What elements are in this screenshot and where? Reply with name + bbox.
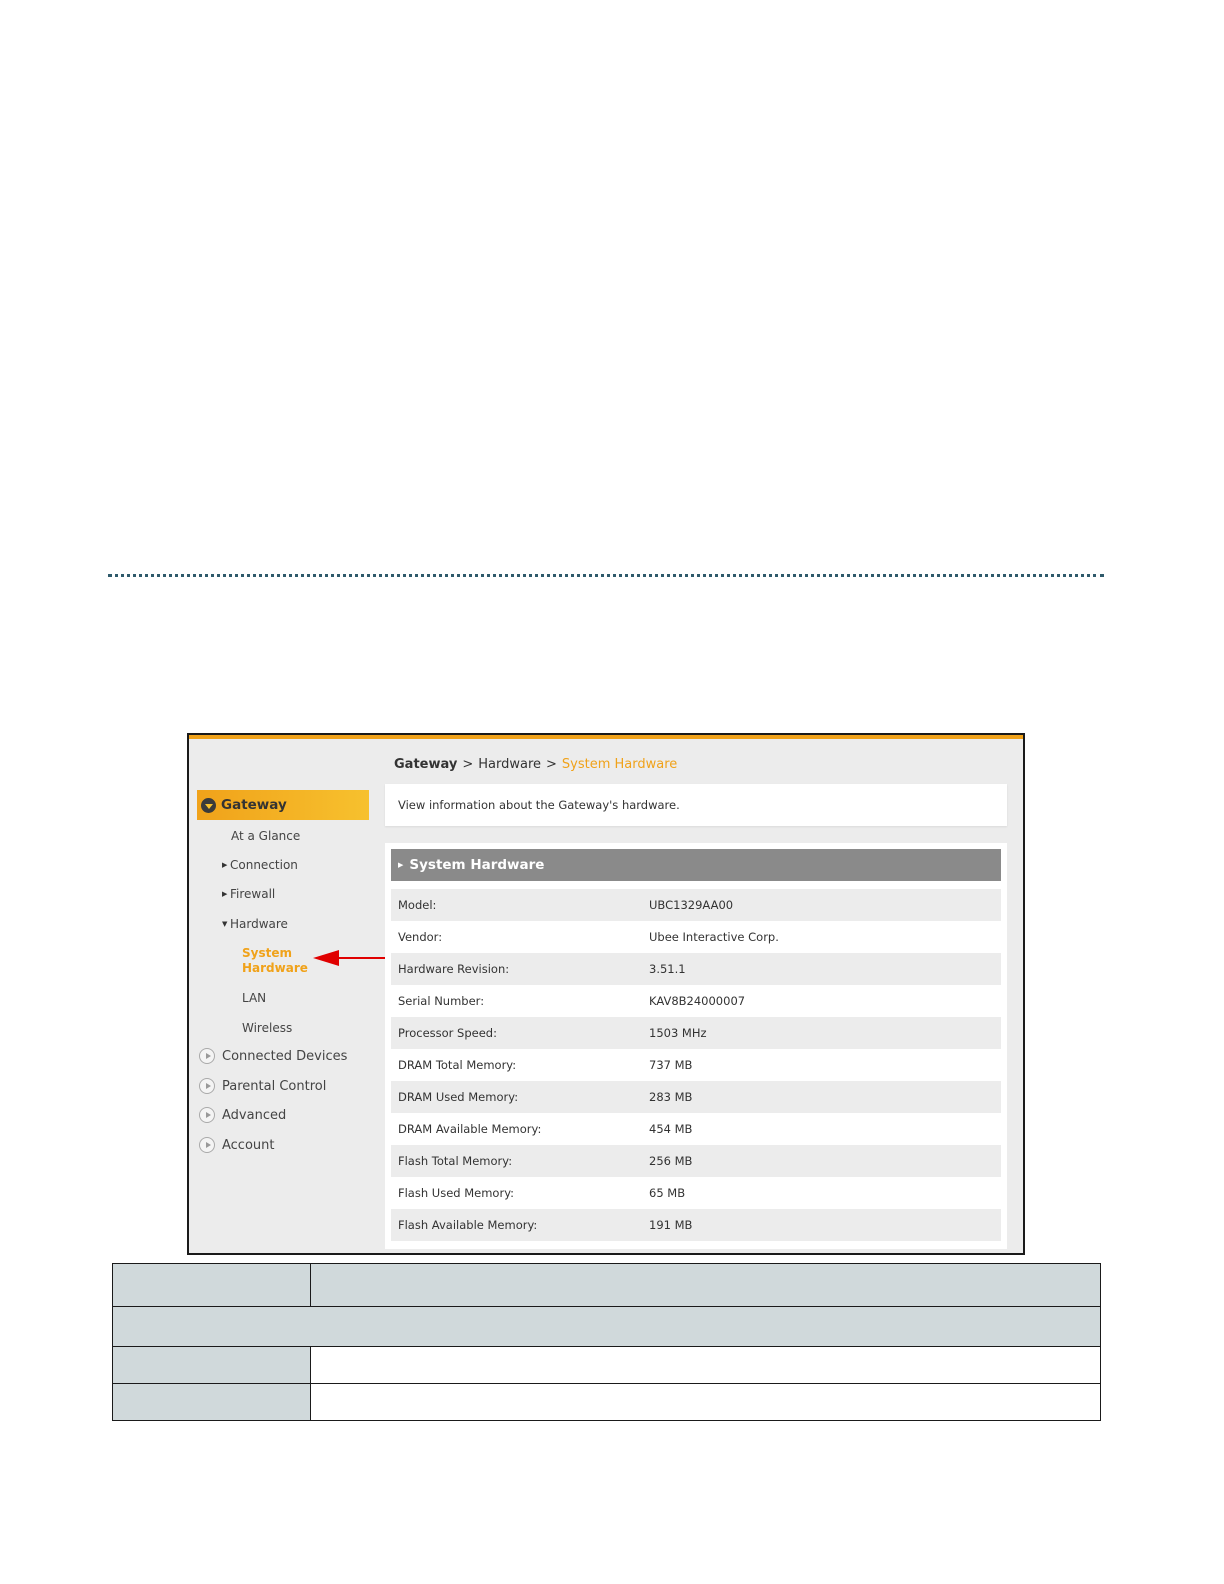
info-value: 3.51.1 (649, 962, 686, 976)
top-accent-bar (189, 735, 1023, 739)
caret-right-icon: ▶ (398, 861, 404, 869)
info-row-serial-number: Serial Number: KAV8B24000007 (391, 985, 1001, 1017)
sidebar-item-lan[interactable]: LAN (242, 991, 266, 1005)
breadcrumb-gateway[interactable]: Gateway (394, 757, 457, 772)
panel-header: ▶ System Hardware (391, 849, 1001, 881)
sidebar-item-label: Account (222, 1137, 275, 1153)
breadcrumb-current: System Hardware (561, 757, 678, 772)
sidebar-item-account[interactable]: Account (199, 1137, 275, 1153)
info-row-flash-total: Flash Total Memory: 256 MB (391, 1145, 1001, 1177)
info-label: Flash Available Memory: (398, 1218, 538, 1232)
info-value: 283 MB (649, 1090, 693, 1104)
breadcrumb-separator: > (462, 757, 474, 772)
sidebar-item-wireless[interactable]: Wireless (242, 1021, 292, 1035)
sidebar-item-label-line1: System (242, 946, 292, 960)
expand-icon (199, 1048, 215, 1064)
sidebar-item-label: Firewall (230, 887, 276, 901)
breadcrumb-separator: > (546, 757, 557, 772)
info-row-model: Model: UBC1329AA00 (391, 889, 1001, 921)
empty-field-table (112, 1263, 1101, 1421)
caret-right-icon: ▶ (222, 890, 228, 898)
info-row-dram-used: DRAM Used Memory: 283 MB (391, 1081, 1001, 1113)
collapse-icon (201, 797, 216, 813)
info-label: Processor Speed: (398, 1026, 497, 1040)
sidebar-item-label: Hardware (230, 917, 288, 931)
info-row-vendor: Vendor: Ubee Interactive Corp. (391, 921, 1001, 953)
table-row (112, 1263, 1101, 1307)
breadcrumb: Gateway > Hardware > System Hardware (394, 757, 677, 772)
info-value: UBC1329AA00 (649, 898, 734, 912)
info-row-flash-available: Flash Available Memory: 191 MB (391, 1209, 1001, 1241)
sidebar-item-label: Connection (230, 858, 298, 872)
table-cell (112, 1306, 1101, 1347)
sidebar-item-firewall[interactable]: ▶ Firewall (222, 887, 275, 901)
sidebar-nav: Gateway At a Glance ▶ Connection ▶ Firewal… (197, 790, 369, 1153)
panel-title: System Hardware (409, 857, 545, 873)
sidebar-item-gateway[interactable]: Gateway (197, 790, 369, 820)
sidebar-item-connection[interactable]: ▶ Connection (222, 858, 298, 872)
info-label: DRAM Used Memory: (398, 1090, 519, 1104)
expand-icon (199, 1078, 215, 1094)
sidebar-item-advanced[interactable]: Advanced (199, 1107, 286, 1123)
info-row-processor-speed: Processor Speed: 1503 MHz (391, 1017, 1001, 1049)
table-row (112, 1306, 1101, 1347)
sidebar-item-label-line2: Hardware (242, 961, 308, 975)
table-cell (310, 1263, 1101, 1307)
info-label: Flash Used Memory: (398, 1186, 515, 1200)
breadcrumb-hardware[interactable]: Hardware (478, 757, 541, 772)
page-description: View information about the Gateway's har… (385, 784, 1007, 826)
red-pointer-arrow-icon (313, 950, 393, 966)
info-value: 1503 MHz (649, 1026, 707, 1040)
info-row-dram-total: DRAM Total Memory: 737 MB (391, 1049, 1001, 1081)
table-cell (310, 1346, 1101, 1384)
sidebar-item-connected-devices[interactable]: Connected Devices (199, 1048, 347, 1064)
sidebar-item-label: Advanced (222, 1107, 287, 1123)
info-label: Hardware Revision: (398, 962, 510, 976)
expand-icon (199, 1137, 215, 1153)
table-row (112, 1346, 1101, 1384)
caret-down-icon: ▼ (222, 920, 228, 928)
info-row-dram-available: DRAM Available Memory: 454 MB (391, 1113, 1001, 1145)
info-row-hardware-revision: Hardware Revision: 3.51.1 (391, 953, 1001, 985)
info-value: Ubee Interactive Corp. (649, 930, 779, 944)
info-label: Flash Total Memory: (398, 1154, 513, 1168)
info-value: 256 MB (649, 1154, 693, 1168)
info-label: DRAM Total Memory: (398, 1058, 517, 1072)
info-value: 65 MB (649, 1186, 686, 1200)
dotted-divider (108, 574, 1104, 577)
sidebar-item-label: Connected Devices (222, 1048, 348, 1064)
info-label: Vendor: (398, 930, 443, 944)
sidebar-item-system-hardware[interactable]: System Hardware (242, 946, 308, 976)
info-value: KAV8B24000007 (649, 994, 746, 1008)
expand-icon (199, 1107, 215, 1123)
table-cell (310, 1383, 1101, 1421)
sidebar-item-at-a-glance[interactable]: At a Glance (231, 829, 300, 843)
sidebar-item-label: Parental Control (222, 1078, 327, 1094)
sidebar-item-hardware[interactable]: ▼ Hardware (222, 917, 288, 931)
sidebar-item-parental-control[interactable]: Parental Control (199, 1078, 326, 1094)
table-cell (112, 1346, 311, 1384)
info-label: DRAM Available Memory: (398, 1122, 542, 1136)
info-value: 191 MB (649, 1218, 693, 1232)
info-label: Model: (398, 898, 437, 912)
sidebar-item-label: Gateway (221, 797, 287, 813)
caret-right-icon: ▶ (222, 861, 228, 869)
system-hardware-panel: ▶ System Hardware Model: UBC1329AA00 Vend… (385, 843, 1007, 1249)
table-cell (112, 1263, 311, 1307)
info-value: 737 MB (649, 1058, 693, 1072)
info-row-flash-used: Flash Used Memory: 65 MB (391, 1177, 1001, 1209)
info-label: Serial Number: (398, 994, 485, 1008)
hardware-info-list: Model: UBC1329AA00 Vendor: Ubee Interactiv… (391, 889, 1001, 1241)
gateway-screenshot: Gateway > Hardware > System Hardware Gateway… (187, 733, 1025, 1255)
table-row (112, 1383, 1101, 1421)
table-cell (112, 1383, 311, 1421)
info-value: 454 MB (649, 1122, 693, 1136)
